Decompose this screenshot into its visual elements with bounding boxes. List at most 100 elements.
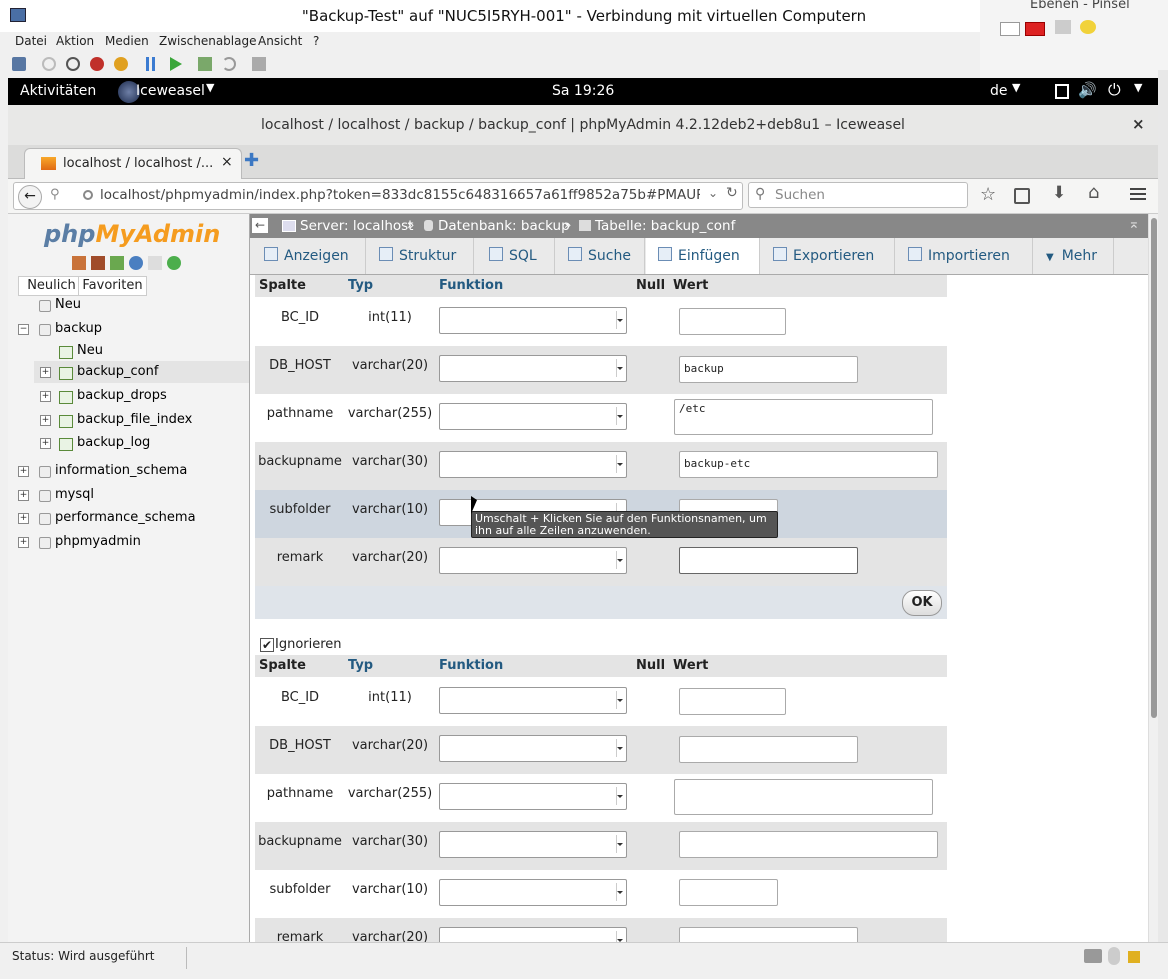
- activities-button[interactable]: Aktivitäten: [20, 83, 96, 99]
- menu-datei[interactable]: Datei: [15, 34, 47, 48]
- menu-ansicht[interactable]: Ansicht: [258, 34, 302, 48]
- tab-browse[interactable]: Anzeigen: [250, 238, 366, 274]
- site-info-icon[interactable]: [83, 190, 93, 200]
- copy-icon[interactable]: [148, 256, 162, 270]
- tab-close-icon[interactable]: ×: [221, 154, 233, 170]
- window-icon[interactable]: [1055, 84, 1069, 99]
- function-select[interactable]: [439, 831, 627, 858]
- start-icon[interactable]: [42, 57, 56, 71]
- close-window-icon[interactable]: ×: [1132, 115, 1145, 133]
- function-select[interactable]: [439, 307, 627, 334]
- scrollbar-thumb[interactable]: [1151, 218, 1157, 718]
- download-icon[interactable]: ⬇: [1052, 183, 1066, 203]
- tree-db-information-schema[interactable]: + information_schema: [8, 460, 249, 482]
- function-select[interactable]: [439, 879, 627, 906]
- tree-table-backup-file-index[interactable]: + backup_file_index: [34, 409, 249, 431]
- value-input[interactable]: [679, 308, 786, 335]
- browser-tab[interactable]: localhost / localhost /... ×: [24, 148, 242, 179]
- tree-db-backup[interactable]: − backup: [8, 318, 249, 340]
- tab-recent[interactable]: Neulich: [18, 276, 85, 296]
- function-select[interactable]: [439, 547, 627, 574]
- tree-table-backup-drops[interactable]: + backup_drops: [34, 385, 249, 407]
- function-select[interactable]: [439, 451, 627, 478]
- reload-nav-icon[interactable]: [167, 256, 181, 270]
- breadcrumb-server[interactable]: Server: localhost: [300, 218, 413, 234]
- function-select[interactable]: [439, 403, 627, 430]
- menu-hamburger-icon[interactable]: [1130, 188, 1146, 190]
- function-select[interactable]: [439, 927, 627, 942]
- docs-icon[interactable]: [129, 256, 143, 270]
- ignore-checkbox[interactable]: ✔: [260, 638, 274, 652]
- function-select[interactable]: [439, 735, 627, 762]
- collapse-nav-icon[interactable]: ←: [252, 218, 268, 233]
- ctrl-alt-del-icon[interactable]: [12, 57, 26, 71]
- value-input[interactable]: backup: [679, 356, 858, 383]
- resume-icon[interactable]: [170, 57, 182, 71]
- home-icon[interactable]: [72, 256, 86, 270]
- shutdown-icon[interactable]: [90, 57, 104, 71]
- app-menu[interactable]: Iceweasel: [136, 83, 205, 99]
- breadcrumb-table[interactable]: Tabelle: backup_conf: [595, 218, 735, 234]
- tree-db-mysql[interactable]: + mysql: [8, 484, 249, 506]
- keyboard-layout[interactable]: de: [990, 83, 1008, 99]
- value-input[interactable]: [679, 927, 858, 942]
- tree-new-table[interactable]: Neu: [8, 340, 249, 362]
- url-bar[interactable]: ← ⚲ localhost/phpmyadmin/index.php?token…: [13, 182, 743, 210]
- tab-structure[interactable]: Struktur: [367, 238, 474, 274]
- scrollbar[interactable]: [1148, 214, 1158, 942]
- tree-new-db[interactable]: Neu: [8, 294, 249, 316]
- tab-search[interactable]: Suche: [556, 238, 645, 274]
- value-input[interactable]: [679, 736, 858, 763]
- url-dropdown-icon[interactable]: ⌄: [708, 186, 718, 200]
- sql-query-icon[interactable]: [110, 256, 124, 270]
- function-select[interactable]: [439, 687, 627, 714]
- checkpoint-icon[interactable]: [198, 57, 212, 71]
- scroll-top-icon[interactable]: ⌅: [1128, 216, 1140, 232]
- value-input[interactable]: [679, 688, 786, 715]
- pma-logo[interactable]: phpMyAdmin: [44, 220, 220, 248]
- value-input[interactable]: [679, 879, 778, 906]
- value-input[interactable]: [679, 547, 858, 574]
- logout-icon[interactable]: [91, 256, 105, 270]
- tab-insert[interactable]: Einfügen: [646, 238, 760, 274]
- back-icon[interactable]: ←: [18, 185, 42, 209]
- identity-icon[interactable]: ⚲: [50, 187, 60, 202]
- revert-icon[interactable]: [222, 57, 236, 71]
- tab-export[interactable]: Exportieren: [761, 238, 895, 274]
- tab-sql[interactable]: SQL: [475, 238, 555, 274]
- home-icon[interactable]: ⌂: [1088, 182, 1099, 203]
- pause-icon[interactable]: [146, 57, 149, 71]
- url-text[interactable]: localhost/phpmyadmin/index.php?token=833…: [100, 187, 700, 203]
- tab-import[interactable]: Importieren: [896, 238, 1033, 274]
- tree-table-backup-conf[interactable]: + backup_conf: [34, 361, 249, 383]
- save-state-icon[interactable]: [114, 57, 128, 71]
- function-select[interactable]: [439, 355, 627, 382]
- new-tab-icon[interactable]: ✚: [244, 150, 259, 171]
- clock[interactable]: Sa 19:26: [552, 83, 614, 99]
- reload-icon[interactable]: ↻: [726, 185, 738, 201]
- menu-medien[interactable]: Medien: [105, 34, 149, 48]
- tree-table-backup-log[interactable]: + backup_log: [34, 432, 249, 454]
- turn-off-icon[interactable]: [66, 57, 80, 71]
- tree-db-performance-schema[interactable]: + performance_schema: [8, 507, 249, 529]
- breadcrumb-db[interactable]: Datenbank: backup: [438, 218, 570, 234]
- volume-icon[interactable]: 🔊: [1078, 81, 1097, 99]
- value-input[interactable]: [679, 831, 938, 858]
- value-textarea[interactable]: [674, 779, 933, 815]
- tab-more[interactable]: ▼ Mehr: [1034, 238, 1114, 274]
- menu-help[interactable]: ?: [313, 34, 319, 48]
- tab-favorites[interactable]: Favoriten: [78, 276, 147, 296]
- function-select[interactable]: [439, 783, 627, 810]
- menu-zwischenablage[interactable]: Zwischenablage: [159, 34, 256, 48]
- value-input[interactable]: backup-etc: [679, 451, 938, 478]
- bookmark-star-icon[interactable]: ☆: [980, 184, 996, 205]
- ok-button[interactable]: OK: [902, 590, 942, 616]
- system-menu-arrow-icon[interactable]: ▼: [1134, 81, 1142, 94]
- search-bar[interactable]: ⚲ Suchen: [748, 182, 968, 208]
- menu-aktion[interactable]: Aktion: [56, 34, 94, 48]
- tree-db-phpmyadmin[interactable]: + phpmyadmin: [8, 531, 249, 553]
- enhanced-session-icon[interactable]: [252, 57, 266, 71]
- power-icon[interactable]: ⏻: [1108, 80, 1121, 100]
- value-textarea[interactable]: /etc: [674, 399, 933, 435]
- reading-list-icon[interactable]: [1014, 188, 1030, 204]
